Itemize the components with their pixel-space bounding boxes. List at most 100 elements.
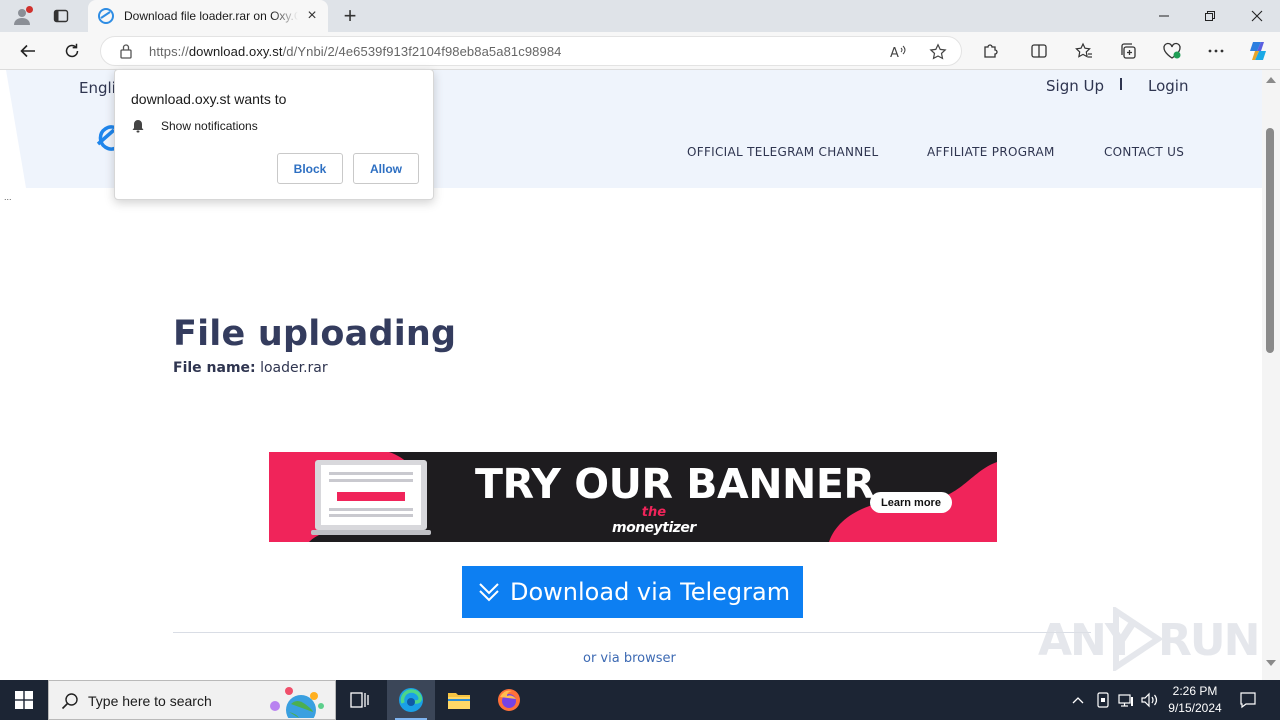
url-text[interactable]: https://download.oxy.st/d/Ynbi/2/4e6539f…: [149, 44, 562, 59]
bell-icon: [132, 120, 144, 133]
tray-device-button[interactable]: [1093, 690, 1113, 710]
favorites-icon: [1075, 42, 1092, 58]
scroll-down-arrow-icon[interactable]: [1266, 660, 1276, 666]
page-scrollbar[interactable]: [1262, 70, 1280, 680]
taskbar-file-explorer-app[interactable]: [435, 680, 483, 720]
notification-permission-popup: download.oxy.st wants to Show notificati…: [114, 69, 434, 200]
anyrun-watermark: ANY RUN: [1038, 607, 1260, 673]
url-domain: download.oxy.st: [188, 44, 283, 59]
page-title: File uploading: [173, 314, 457, 354]
scroll-up-arrow-icon[interactable]: [1266, 77, 1276, 83]
show-hidden-icons-button[interactable]: [1068, 690, 1088, 710]
block-button[interactable]: Block: [277, 153, 343, 184]
tab-title: Download file loader.rar on Oxy.C: [124, 9, 298, 23]
ad-banner[interactable]: TRY OUR BANNER the moneytizer Learn more: [269, 452, 997, 542]
oxy-favicon-icon: [98, 8, 114, 24]
allow-button[interactable]: Allow: [353, 153, 419, 184]
tray-network-button[interactable]: [1116, 690, 1136, 710]
taskbar-edge-app[interactable]: [387, 680, 435, 720]
collections-button[interactable]: [1115, 38, 1141, 64]
folder-icon: [448, 693, 470, 709]
language-selector[interactable]: Engli: [79, 79, 116, 97]
profile-button[interactable]: [8, 4, 36, 28]
address-bar[interactable]: https://download.oxy.st/d/Ynbi/2/4e6539f…: [100, 36, 962, 66]
star-icon: [929, 43, 947, 60]
watermark-text-right: RUN: [1158, 615, 1260, 666]
url-path: /d/Ynbi/2/4e6539f913f2104f98eb8a5a81c989…: [282, 44, 562, 59]
favorite-star-button[interactable]: [927, 41, 949, 63]
svg-text:A: A: [890, 46, 899, 60]
read-aloud-button[interactable]: A: [887, 41, 909, 63]
extensions-button[interactable]: [978, 38, 1004, 64]
taskbar-firefox-app[interactable]: [485, 680, 533, 720]
permission-popup-title: download.oxy.st wants to: [131, 91, 287, 107]
banner-learn-more-button[interactable]: Learn more: [870, 492, 952, 513]
ellipsis-text: ...: [4, 192, 12, 202]
clock-time: 2:26 PM: [1172, 684, 1218, 698]
browser-essentials-button[interactable]: [1159, 38, 1185, 64]
refresh-button[interactable]: [59, 38, 85, 64]
browser-tab-strip: Download file loader.rar on Oxy.C × +: [0, 0, 1280, 32]
device-icon: [1097, 692, 1109, 708]
play-triangle-icon: [1113, 607, 1164, 671]
start-button[interactable]: [0, 680, 48, 720]
clock-date: 9/15/2024: [1168, 701, 1222, 715]
network-icon: [1118, 694, 1133, 707]
more-options-icon: [1208, 49, 1224, 53]
puzzle-icon: [984, 44, 998, 58]
download-telegram-label: Download via Telegram: [510, 578, 791, 606]
permission-request-text: Show notifications: [161, 119, 258, 133]
copilot-icon: [1250, 42, 1266, 60]
tab-actions-icon: [53, 9, 69, 23]
auth-separator: [1120, 78, 1122, 90]
minimize-icon: [1159, 15, 1169, 17]
favorites-button[interactable]: [1071, 38, 1097, 64]
chevron-up-icon: [1072, 697, 1084, 704]
file-name-label: File name:: [173, 360, 256, 376]
nav-affiliate-program[interactable]: AFFILIATE PROGRAM: [927, 145, 1055, 159]
read-aloud-icon: A: [890, 45, 906, 60]
banner-brand-name: moneytizer: [612, 520, 696, 536]
lock-icon[interactable]: [119, 43, 133, 59]
split-screen-button[interactable]: [1026, 38, 1052, 64]
login-link[interactable]: Login: [1148, 77, 1188, 95]
tray-volume-button[interactable]: [1140, 690, 1160, 710]
double-chevron-down-icon: [479, 583, 499, 602]
notification-center-icon: [1240, 692, 1256, 709]
windows-logo-icon: [15, 691, 33, 709]
banner-headline: TRY OUR BANNER: [475, 460, 875, 508]
restore-button[interactable]: [1187, 0, 1233, 32]
download-telegram-button[interactable]: Download via Telegram: [462, 566, 803, 618]
minimize-button[interactable]: [1141, 0, 1187, 32]
browser-toolbar: https://download.oxy.st/d/Ynbi/2/4e6539f…: [0, 32, 1280, 70]
taskbar-search-box[interactable]: Type here to search: [48, 680, 336, 720]
divider: [173, 632, 1091, 633]
download-via-browser-link[interactable]: or via browser: [583, 651, 676, 666]
volume-icon: [1141, 692, 1158, 708]
banner-brand-logo: the moneytizer: [612, 506, 696, 535]
nav-contact-us[interactable]: CONTACT US: [1104, 145, 1184, 159]
sign-up-link[interactable]: Sign Up: [1046, 77, 1104, 95]
windows-taskbar: Type here to search 2:26 PM 9/15/2024: [0, 680, 1280, 720]
notification-dot: [26, 6, 33, 13]
settings-menu-button[interactable]: [1203, 38, 1229, 64]
firefox-icon: [498, 689, 520, 711]
copilot-button[interactable]: [1245, 38, 1271, 64]
taskbar-clock[interactable]: 2:26 PM 9/15/2024: [1160, 683, 1230, 717]
collections-icon: [1121, 43, 1136, 59]
new-tab-button[interactable]: +: [338, 3, 362, 28]
tab-actions-button[interactable]: [48, 4, 74, 28]
tab-close-icon[interactable]: ×: [304, 7, 320, 24]
active-tab[interactable]: Download file loader.rar on Oxy.C ×: [88, 0, 328, 32]
url-scheme: https://: [149, 44, 189, 59]
scrollbar-thumb[interactable]: [1266, 128, 1274, 353]
notification-center-button[interactable]: [1238, 690, 1258, 710]
header-decoration: [0, 70, 26, 188]
search-placeholder: Type here to search: [88, 693, 212, 709]
search-highlight-globe-icon: [270, 687, 324, 718]
close-window-button[interactable]: [1234, 0, 1280, 32]
back-button[interactable]: [15, 38, 41, 64]
task-view-button[interactable]: [336, 680, 384, 720]
nav-telegram-channel[interactable]: OFFICIAL TELEGRAM CHANNEL: [687, 145, 878, 159]
heartbeat-icon: [1163, 42, 1181, 59]
